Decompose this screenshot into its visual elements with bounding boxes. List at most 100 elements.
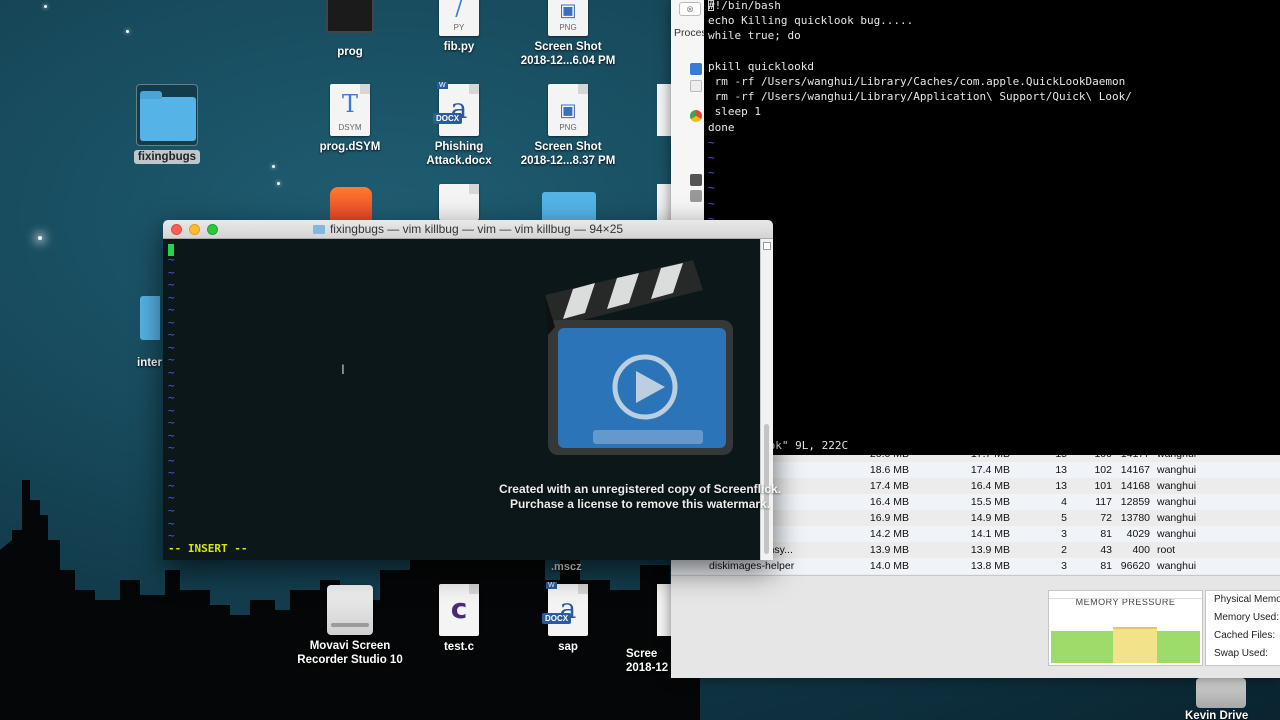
memory-pressure-graph: MEMORY PRESSURE [1048, 590, 1203, 666]
star [44, 5, 47, 8]
desktop-icon-label: test.c [443, 641, 475, 653]
partial-file-icon [657, 184, 671, 220]
watermark-line-2: Purchase a license to remove this waterm… [509, 497, 771, 511]
process-user-cell: wanghui [1157, 528, 1197, 540]
tab-processes[interactable]: Proces [674, 27, 707, 39]
process-mem-cell: 14.0 MB [869, 560, 909, 572]
scroll-menu-icon[interactable] [763, 242, 771, 250]
vim-tilde-line: ~ [168, 290, 175, 304]
process-name-cell: diskimages-helper [709, 560, 795, 572]
desktop-icon-label: Movavi Screen Recorder Studio 10 [297, 640, 403, 666]
script-line: done [708, 120, 735, 134]
desktop-icon-movavi[interactable]: Movavi Screen Recorder Studio 10 [295, 585, 405, 667]
desktop-icon-screenshot-2[interactable]: ▣ PNG Screen Shot 2018-12...8.37 PM [513, 84, 623, 168]
desktop-icon-label: fib.py [443, 41, 475, 53]
vim-tilde-line: ~ [168, 353, 175, 367]
desktop-icon-screenshot-1[interactable]: ▣ PNG Screen Shot 2018-12...6.04 PM [513, 0, 623, 68]
desktop-icon-label: fixingbugs [133, 150, 201, 164]
star [272, 165, 275, 168]
memory-panel: MEMORY PRESSURE Physical Memo Memory Use… [671, 575, 1280, 678]
desktop-icon-label[interactable]: Kevin Drive [1185, 710, 1248, 720]
vim-tilde-line: ~ [168, 340, 175, 354]
desktop-icon-label: Phishing Attack.docx [426, 141, 492, 167]
vim-tilde-line: ~ [168, 303, 175, 317]
process-pid-cell: 400 [1132, 544, 1150, 556]
desktop-icon-fib-py[interactable]: / PY fib.py [404, 0, 514, 54]
window-titlebar[interactable]: fixingbugs — vim killbug — vim — vim kil… [163, 220, 773, 239]
desktop-icon-label: prog [337, 46, 363, 58]
process-pid-cell: 96620 [1120, 560, 1150, 572]
minimize-button[interactable] [189, 224, 200, 235]
process-app-icon [690, 63, 702, 75]
png-file-icon[interactable] [439, 184, 479, 220]
process-user-cell: wanghui [1157, 560, 1197, 572]
process-user-cell: wanghui [1157, 464, 1197, 476]
process-pid-cell: 14168 [1120, 480, 1150, 492]
folder-icon[interactable] [542, 192, 596, 220]
desktop-icon-test-c[interactable]: c test.c [404, 584, 514, 654]
desktop-icon-sap-docx[interactable]: W a DOCX sap [513, 582, 623, 654]
drive-icon[interactable] [1196, 678, 1246, 708]
process-ports-cell: 117 [1095, 496, 1112, 508]
executable-icon [326, 0, 374, 33]
vim-tilde-line: ~ [708, 181, 715, 195]
script-line: while true; do [708, 29, 801, 43]
screenflick-clapper-icon [545, 260, 733, 455]
process-row[interactable]: diskimages-helper 14.0 MB 13.8 MB 3 81 96620 w… [671, 558, 1280, 574]
memory-pressure-bar [1051, 631, 1113, 663]
memory-used-label: Memory Used: [1214, 612, 1280, 623]
process-user-cell: wanghui [1157, 496, 1197, 508]
partial-file-icon[interactable] [657, 584, 671, 636]
vim-tilde-line: ~ [168, 278, 175, 292]
desktop-icon-label[interactable]: Scree 2018-12 [626, 647, 671, 675]
desktop-icon-prog[interactable]: prog [295, 0, 405, 59]
c-file-icon: c [439, 584, 479, 636]
process-app-icon [690, 190, 702, 202]
close-tab-button[interactable]: ⊗ [679, 2, 701, 16]
process-pid-cell: 4029 [1126, 528, 1150, 540]
vim-tilde-line: ~ [708, 166, 715, 180]
star [38, 236, 42, 240]
vim-tilde-line: ~ [708, 135, 715, 149]
vim-tilde-line: ~ [708, 151, 715, 165]
dsym-file-icon: T DSYM [330, 84, 370, 136]
process-ports-cell: 101 [1094, 480, 1112, 492]
process-user-cell: wanghui [1157, 512, 1197, 524]
desktop-icon-label: sap [558, 641, 578, 653]
process-app-icon [690, 174, 702, 186]
process-mem-cell: 14.2 MB [869, 528, 909, 540]
screenflick-watermark: Created with an unregistered copy of Scr… [480, 482, 800, 512]
vim-tilde-line: ~ [168, 391, 175, 405]
process-threads-cell: 13 [1055, 464, 1067, 476]
script-line: rm -rf /Users/wanghui/Library/Applicatio… [708, 90, 1132, 104]
desktop-icon-fixingbugs[interactable]: fixingbugs [112, 84, 222, 165]
vim-tilde-line: ~ [168, 466, 175, 480]
window-title: fixingbugs — vim killbug — vim — vim kil… [329, 222, 624, 236]
process-mem-cell: 17.4 MB [869, 480, 909, 492]
vim-tilde-line: ~ [168, 478, 175, 492]
memory-stats: Physical Memo Memory Used: Cached Files:… [1205, 590, 1280, 666]
star [277, 182, 280, 185]
process-mem-cell: 18.6 MB [869, 464, 909, 476]
process-pid-cell: 12859 [1120, 496, 1150, 508]
vim-tilde-line: ~ [168, 315, 175, 329]
app-icon[interactable] [330, 187, 372, 221]
process-real-cell: 13.8 MB [970, 560, 1010, 572]
docx-file-icon: W a DOCX [542, 582, 588, 636]
killbug-terminal[interactable]: #!/bin/bash echo Killing quicklook bug...… [704, 0, 1280, 455]
png-file-icon: ▣ PNG [548, 0, 588, 36]
process-mem-cell: 16.9 MB [869, 512, 909, 524]
script-content[interactable]: #!/bin/bash echo Killing quicklook bug...… [708, 0, 1132, 226]
close-button[interactable] [171, 224, 182, 235]
process-real-cell: 15.5 MB [970, 496, 1010, 508]
desktop-icon-phishing-docx[interactable]: W a DOCX Phishing Attack.docx [404, 82, 514, 168]
zoom-button[interactable] [207, 224, 218, 235]
desktop-icon-label: Screen Shot 2018-12...8.37 PM [520, 141, 616, 167]
docx-file-icon: W a DOCX [433, 82, 479, 136]
vim-tilde-line: ~ [168, 403, 175, 417]
desktop-icon-label[interactable]: .mscz [551, 561, 582, 573]
script-line: rm -rf /Users/wanghui/Library/Caches/com… [708, 75, 1126, 89]
process-ports-cell: 72 [1100, 512, 1112, 524]
desktop-icon-prog-dsym[interactable]: T DSYM prog.dSYM [295, 84, 405, 154]
i-beam-cursor-icon: I [341, 361, 345, 377]
